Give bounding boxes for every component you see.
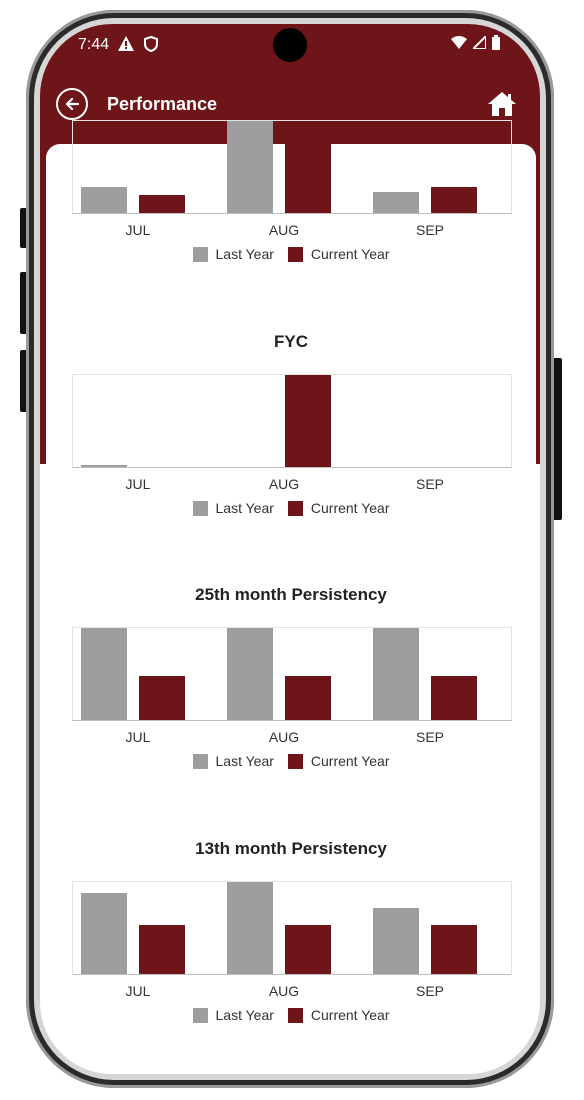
legend-label: Current Year — [310, 246, 390, 262]
legend-label: Current Year — [310, 1007, 390, 1023]
x-tick-label: AUG — [268, 222, 300, 238]
legend-item-last-year[interactable]: Last Year — [192, 753, 274, 769]
x-tick-label: AUG — [268, 983, 300, 999]
x-tick-label: AUG — [268, 729, 300, 745]
legend-item-current-year[interactable]: Current Year — [287, 1007, 390, 1023]
charts-card: JUL AUG SEP Last Year Current Year FYC JUL AUG S… — [46, 120, 536, 1074]
chart-title: FYC — [274, 332, 308, 351]
x-tick-label: SEP — [415, 476, 444, 492]
bar-current-year-aug[interactable] — [285, 121, 331, 213]
plot-area — [72, 881, 512, 975]
chart-4: 13th month Persistency JUL AUG SEP Last Year… — [46, 799, 536, 1049]
legend-item-last-year[interactable]: Last Year — [192, 500, 274, 516]
plot-area — [72, 120, 512, 214]
bar-last-year-sep[interactable] — [373, 908, 419, 974]
legend-swatch — [287, 246, 303, 262]
bar-current-year-jul[interactable] — [139, 925, 185, 974]
legend-item-last-year[interactable]: Last Year — [192, 1007, 274, 1023]
legend-swatch — [192, 246, 208, 262]
legend-label: Last Year — [215, 753, 274, 769]
phone-screen: 7:44 Performance JUL AUG SEP Last Year C… — [40, 24, 540, 1074]
x-tick-label: SEP — [415, 729, 444, 745]
chart-title: 25th month Persistency — [195, 585, 387, 604]
x-tick-label: JUL — [125, 476, 151, 492]
x-tick-label: SEP — [415, 222, 444, 238]
bar-current-year-aug[interactable] — [285, 676, 331, 720]
legend-label: Current Year — [310, 500, 390, 516]
bar-current-year-sep[interactable] — [431, 676, 477, 720]
legend-swatch — [192, 753, 208, 769]
legend-swatch — [192, 500, 208, 516]
bottom-edge — [40, 1070, 540, 1074]
chart-legend: Last Year Current Year — [46, 753, 536, 769]
plot-area — [72, 374, 512, 468]
legend-item-current-year[interactable]: Current Year — [287, 753, 390, 769]
chart-legend: Last Year Current Year — [46, 500, 536, 516]
legend-label: Current Year — [310, 753, 390, 769]
chart-3: 25th month Persistency JUL AUG SEP Last Year… — [46, 545, 536, 795]
legend-swatch — [287, 500, 303, 516]
legend-item-last-year[interactable]: Last Year — [192, 246, 274, 262]
legend-swatch — [287, 753, 303, 769]
bar-last-year-sep[interactable] — [373, 628, 419, 720]
legend-swatch — [287, 1007, 303, 1023]
plot-area — [72, 627, 512, 721]
bar-current-year-sep[interactable] — [431, 925, 477, 974]
bar-last-year-sep[interactable] — [373, 192, 419, 213]
bar-current-year-sep[interactable] — [431, 187, 477, 213]
chart-1: JUL AUG SEP Last Year Current Year — [46, 38, 536, 288]
bar-current-year-aug[interactable] — [285, 375, 331, 467]
x-tick-label: JUL — [125, 729, 151, 745]
x-tick-label: AUG — [268, 476, 300, 492]
bar-last-year-aug[interactable] — [227, 628, 273, 720]
bar-last-year-aug[interactable] — [227, 882, 273, 974]
chart-legend: Last Year Current Year — [46, 246, 536, 262]
x-tick-label: SEP — [415, 983, 444, 999]
bar-last-year-jul[interactable] — [81, 893, 127, 974]
bar-current-year-jul[interactable] — [139, 676, 185, 720]
legend-item-current-year[interactable]: Current Year — [287, 246, 390, 262]
bar-last-year-jul[interactable] — [81, 628, 127, 720]
bar-last-year-aug[interactable] — [227, 121, 273, 213]
bar-current-year-jul[interactable] — [139, 195, 185, 213]
chart-legend: Last Year Current Year — [46, 1007, 536, 1023]
x-tick-label: JUL — [125, 222, 151, 238]
bar-last-year-jul[interactable] — [81, 187, 127, 213]
legend-swatch — [192, 1007, 208, 1023]
bar-current-year-aug[interactable] — [285, 925, 331, 974]
chart-2: FYC JUL AUG SEP Last Year Current Year — [46, 292, 536, 542]
x-tick-label: JUL — [125, 983, 151, 999]
chart-title: 13th month Persistency — [195, 839, 387, 858]
legend-label: Last Year — [215, 500, 274, 516]
legend-item-current-year[interactable]: Current Year — [287, 500, 390, 516]
legend-label: Last Year — [215, 246, 274, 262]
bar-last-year-jul[interactable] — [81, 465, 127, 467]
legend-label: Last Year — [215, 1007, 274, 1023]
